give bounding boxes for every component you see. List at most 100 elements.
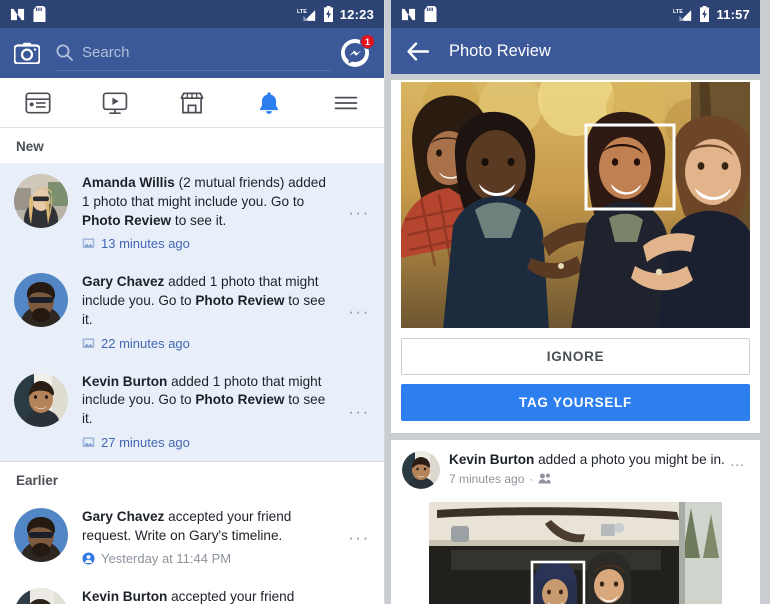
- actor-name: Kevin Burton: [82, 373, 168, 389]
- notification-row[interactable]: Gary Chavez added 1 photo that might inc…: [0, 262, 384, 361]
- screenshot-stage: LTE 12:23 Search 1 New Amanda Willis (2 …: [0, 0, 770, 604]
- notification-overflow-menu[interactable]: ···: [344, 529, 374, 546]
- android-n-icon: [401, 8, 416, 20]
- notification-timestamp: 22 minutes ago: [101, 335, 190, 351]
- ignore-button[interactable]: IGNORE: [401, 338, 750, 375]
- battery-charging-icon: [323, 6, 333, 22]
- avatar: [14, 372, 68, 427]
- notification-timestamp: Yesterday at 11:44 PM: [101, 551, 232, 567]
- notification-overflow-menu[interactable]: ···: [344, 303, 374, 320]
- right-status-bar: LTE 11:57: [391, 0, 760, 28]
- marketplace-store-icon: [180, 92, 204, 113]
- video-play-icon: [102, 91, 128, 114]
- avatar-gary: [14, 273, 68, 328]
- feed-post-content: Kevin Burton added a photo you might be …: [440, 451, 726, 486]
- photo-tag-icon: [82, 238, 95, 249]
- page-title: Photo Review: [449, 41, 551, 60]
- status-bar-left-icons: [401, 6, 437, 22]
- feed-post-card: Kevin Burton added a photo you might be …: [391, 440, 760, 604]
- notification-timestamp: 27 minutes ago: [101, 434, 190, 450]
- nav-tab-notifications[interactable]: [230, 78, 307, 127]
- avatar-gary: [14, 507, 68, 562]
- section-header-earlier: Earlier: [0, 460, 384, 497]
- notification-row[interactable]: Kevin Burton added 1 photo that might in…: [0, 362, 384, 461]
- notification-content: Gary Chavez accepted your friend request…: [68, 508, 344, 567]
- notification-link[interactable]: Photo Review: [195, 293, 284, 308]
- review-photo-wrap: [391, 80, 760, 330]
- notification-overflow-menu[interactable]: ···: [344, 403, 374, 420]
- status-bar-left-icons: [10, 6, 46, 22]
- right-screen-inner: LTE 11:57 Photo Review IGNORE TAG YOURSE…: [391, 0, 760, 604]
- notification-row[interactable]: Gary Chavez accepted your friend request…: [0, 497, 384, 578]
- feed-post-meta: 7 minutes ago ·: [449, 472, 726, 486]
- back-arrow-icon[interactable]: [407, 41, 429, 61]
- avatar: [14, 588, 68, 604]
- notification-content: Kevin Burton accepted your friend reques…: [68, 588, 344, 604]
- section-header-new: New: [0, 128, 384, 163]
- messenger-unread-badge: 1: [360, 34, 375, 49]
- friends-audience-icon: [538, 473, 552, 484]
- sd-card-icon: [424, 6, 437, 22]
- notification-meta: 13 minutes ago: [82, 236, 336, 251]
- news-feed-icon: [25, 91, 51, 114]
- notification-text: Gary Chavez added 1 photo that might inc…: [82, 273, 336, 329]
- notification-overflow-menu[interactable]: ···: [344, 204, 374, 221]
- photo-review-app-bar: Photo Review: [391, 28, 760, 74]
- avatar: [14, 174, 68, 228]
- search-bar[interactable]: [56, 35, 330, 71]
- actor-name: Amanda Willis: [82, 175, 175, 190]
- group-of-four-friends-photo[interactable]: [391, 80, 760, 330]
- notification-group-new: Amanda Willis (2 mutual friends) added 1…: [0, 163, 384, 461]
- feed-post-text: Kevin Burton added a photo you might be …: [449, 451, 726, 469]
- photo-review-scroll[interactable]: IGNORE TAG YOURSELF Kevin Burton added a…: [391, 74, 760, 604]
- svg-text:LTE: LTE: [297, 9, 307, 15]
- notification-meta: Yesterday at 11:44 PM: [82, 551, 336, 566]
- right-phone-screen-photo-review: LTE 11:57 Photo Review IGNORE TAG YOURSE…: [385, 0, 770, 604]
- couple-in-car-trunk-photo[interactable]: [391, 498, 760, 604]
- notification-text: Gary Chavez accepted your friend request…: [82, 508, 336, 546]
- photo-review-card: IGNORE TAG YOURSELF: [391, 80, 760, 433]
- photo-tag-icon: [82, 437, 95, 447]
- notification-row[interactable]: Amanda Willis (2 mutual friends) added 1…: [0, 163, 384, 262]
- messenger-button[interactable]: 1: [340, 34, 375, 68]
- notification-link[interactable]: Photo Review: [195, 392, 284, 407]
- actor-name: Gary Chavez: [82, 508, 165, 524]
- avatar-kevin: [14, 372, 68, 427]
- search-icon: [56, 44, 73, 61]
- left-status-time: 12:23: [339, 6, 374, 22]
- tag-yourself-button[interactable]: TAG YOURSELF: [401, 384, 750, 421]
- status-bar-right-icons: LTE 12:23: [297, 6, 374, 22]
- notification-tail: to see it.: [171, 212, 227, 228]
- android-n-icon: [10, 8, 25, 20]
- nav-tab-news-feed[interactable]: [0, 78, 77, 127]
- notification-group-earlier: Gary Chavez accepted your friend request…: [0, 496, 384, 604]
- notification-content: Kevin Burton added 1 photo that might in…: [68, 373, 344, 450]
- notification-row[interactable]: Kevin Burton accepted your friend reques…: [0, 577, 384, 604]
- notification-content: Gary Chavez added 1 photo that might inc…: [68, 273, 344, 350]
- camera-icon[interactable]: [14, 42, 40, 64]
- feed-post-header: Kevin Burton added a photo you might be …: [391, 440, 760, 498]
- svg-text:LTE: LTE: [673, 9, 683, 15]
- hamburger-menu-icon: [334, 96, 357, 109]
- feed-post-timestamp: 7 minutes ago: [449, 471, 525, 486]
- notification-meta: 27 minutes ago: [82, 435, 336, 450]
- bottom-nav-bar: [0, 78, 384, 128]
- actor-name: Gary Chavez: [82, 274, 165, 290]
- avatar: [14, 273, 68, 328]
- avatar[interactable]: [402, 451, 440, 489]
- notification-link[interactable]: Photo Review: [82, 213, 171, 228]
- search-input[interactable]: [82, 44, 330, 61]
- notification-timestamp: 13 minutes ago: [101, 236, 190, 252]
- nav-tab-menu[interactable]: [307, 78, 384, 127]
- nav-tab-watch[interactable]: [77, 78, 154, 127]
- feed-post-overflow-menu[interactable]: …: [726, 451, 750, 470]
- avatar: [14, 507, 68, 562]
- nav-tab-marketplace[interactable]: [154, 78, 231, 127]
- battery-charging-icon: [700, 6, 710, 22]
- actor-name: Kevin Burton: [449, 452, 535, 467]
- review-action-buttons: IGNORE TAG YOURSELF: [391, 330, 760, 433]
- left-status-bar: LTE 12:23: [0, 0, 384, 28]
- facebook-app-bar: 1: [0, 28, 384, 78]
- actor-name: Kevin Burton: [82, 589, 168, 604]
- photo-tag-icon: [82, 337, 95, 348]
